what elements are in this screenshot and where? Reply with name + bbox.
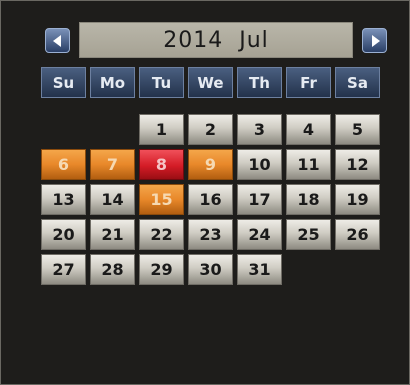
day-22-button[interactable]: 22 [139, 219, 184, 250]
day-9-button[interactable]: 9 [188, 149, 233, 180]
day-11-button[interactable]: 11 [286, 149, 331, 180]
day-18-button[interactable]: 18 [286, 184, 331, 215]
day-5-button[interactable]: 5 [335, 114, 380, 145]
day-17-button[interactable]: 17 [237, 184, 282, 215]
month-year-title: 2014 Jul [79, 22, 353, 58]
calendar-widget: 2014 Jul Su Mo Tu We Th Fr Sa 1234567891… [0, 0, 410, 385]
day-12-button[interactable]: 12 [335, 149, 380, 180]
week-row: 13 14 15 16 17 18 19 [41, 184, 384, 215]
weekday-header-row: Su Mo Tu We Th Fr Sa [41, 67, 384, 98]
year-label: 2014 [163, 27, 224, 53]
week-row: 27 28 29 30 31 [41, 254, 384, 285]
day-14-button[interactable]: 14 [90, 184, 135, 215]
day-21-button[interactable]: 21 [90, 219, 135, 250]
day-10-button[interactable]: 10 [237, 149, 282, 180]
day-28-button[interactable]: 28 [90, 254, 135, 285]
weekday-sa: Sa [335, 67, 380, 98]
calendar-header: 2014 Jul [45, 21, 387, 59]
day-25-button[interactable]: 25 [286, 219, 331, 250]
weekday-th: Th [237, 67, 282, 98]
weekday-we: We [188, 67, 233, 98]
day-19-button[interactable]: 19 [335, 184, 380, 215]
week-row: 6 7 8 9 10 11 12 [41, 149, 384, 180]
month-label: Jul [239, 27, 269, 53]
weekday-mo: Mo [90, 67, 135, 98]
previous-month-button[interactable] [45, 28, 70, 53]
day-13-button[interactable]: 13 [41, 184, 86, 215]
day-6-button[interactable]: 6 [41, 149, 86, 180]
day-31-button[interactable]: 31 [237, 254, 282, 285]
day-26-button[interactable]: 26 [335, 219, 380, 250]
day-27-button[interactable]: 27 [41, 254, 86, 285]
day-24-button[interactable]: 24 [237, 219, 282, 250]
day-20-button[interactable]: 20 [41, 219, 86, 250]
day-2-button[interactable]: 2 [188, 114, 233, 145]
day-7-button[interactable]: 7 [90, 149, 135, 180]
arrow-right-icon [371, 34, 380, 47]
day-1-button[interactable]: 1 [139, 114, 184, 145]
day-8-button[interactable]: 8 [139, 149, 184, 180]
day-29-button[interactable]: 29 [139, 254, 184, 285]
day-23-button[interactable]: 23 [188, 219, 233, 250]
day-4-button[interactable]: 4 [286, 114, 331, 145]
day-16-button[interactable]: 16 [188, 184, 233, 215]
weekday-tu: Tu [139, 67, 184, 98]
day-30-button[interactable]: 30 [188, 254, 233, 285]
day-3-button[interactable]: 3 [237, 114, 282, 145]
week-row: 12345 [41, 114, 384, 145]
next-month-button[interactable] [362, 28, 387, 53]
empty-day-cell [41, 114, 86, 144]
day-15-button[interactable]: 15 [139, 184, 184, 215]
arrow-left-icon [52, 34, 61, 47]
weekday-fr: Fr [286, 67, 331, 98]
week-row: 20 21 22 23 24 25 26 [41, 219, 384, 250]
calendar-grid: Su Mo Tu We Th Fr Sa 1 2 3 4 5 6 7 8 9 10 11 12 13 14… [41, 67, 384, 289]
empty-day-cell [286, 254, 331, 284]
weekday-su: Su [41, 67, 86, 98]
empty-day-cell [90, 114, 135, 144]
empty-day-cell [335, 254, 380, 284]
